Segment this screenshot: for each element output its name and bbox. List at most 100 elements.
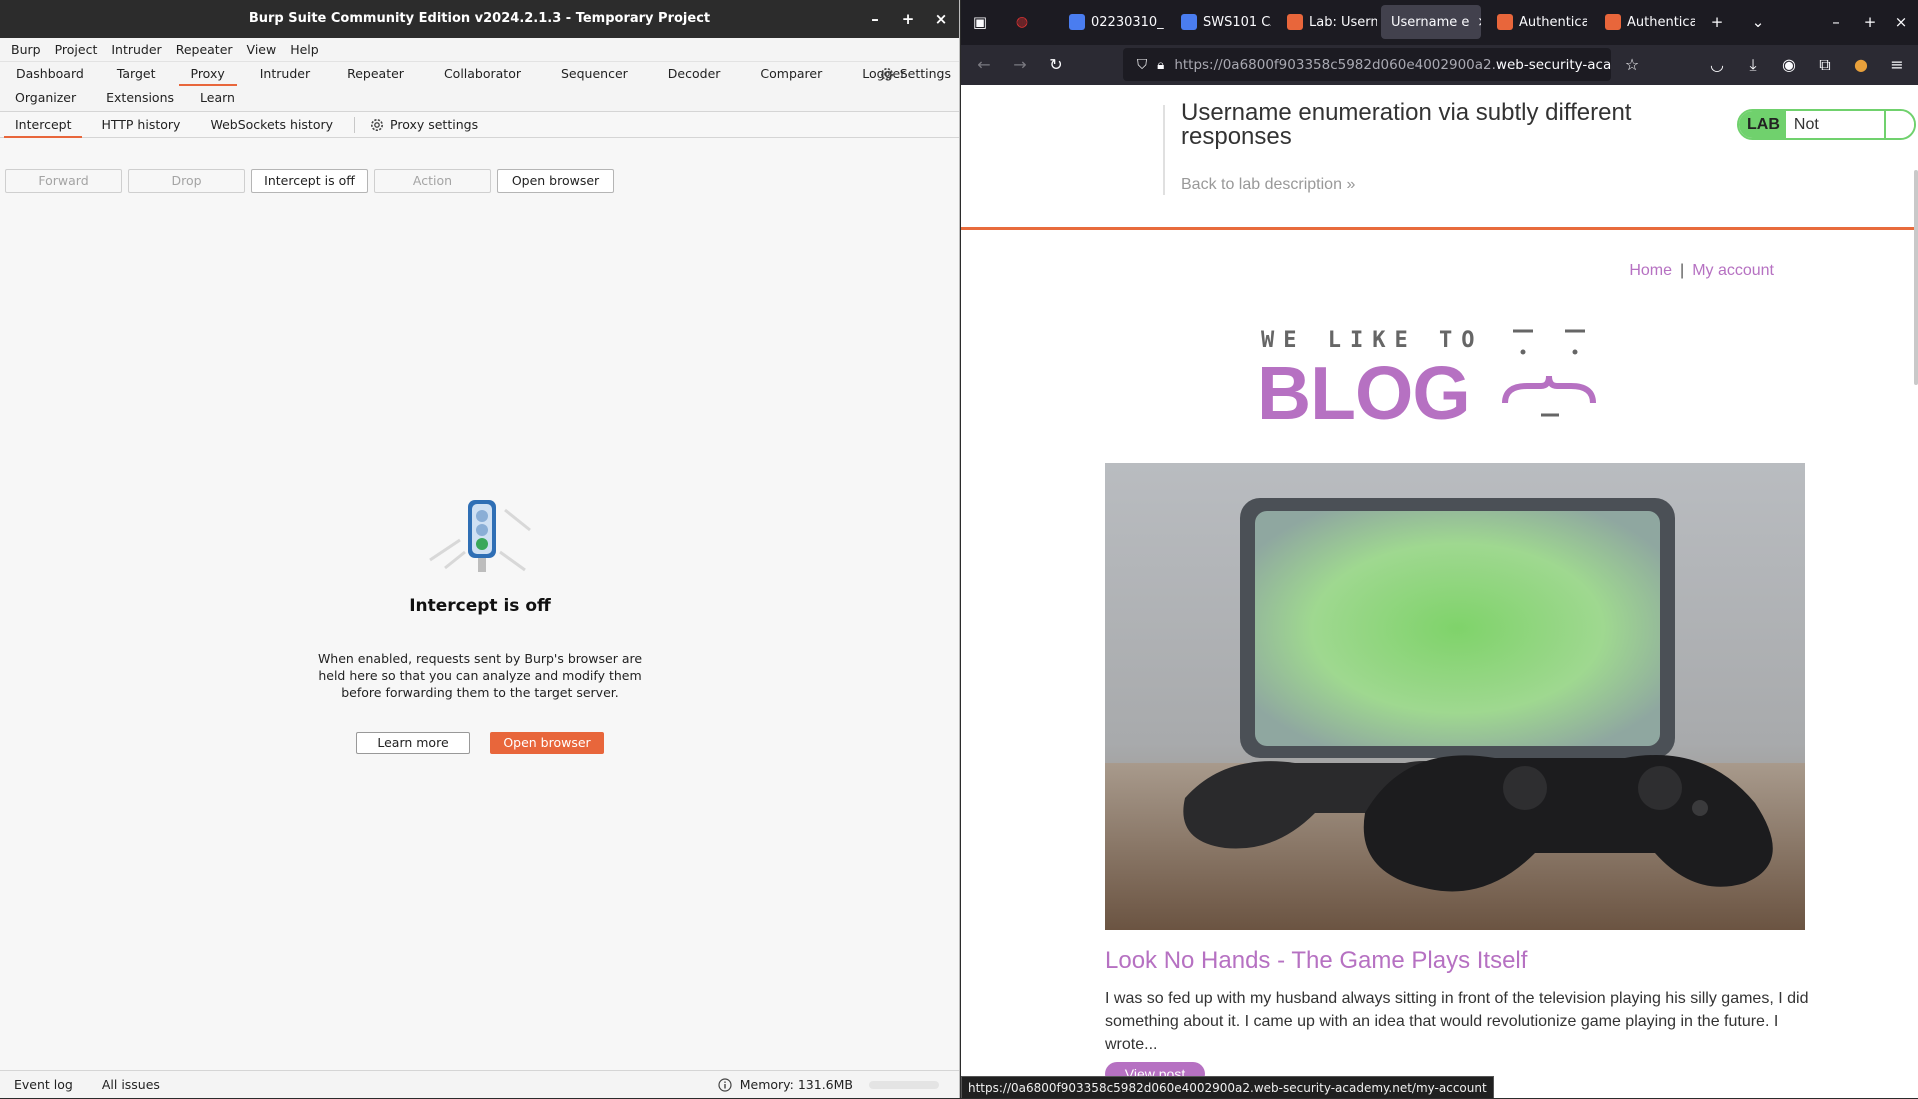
url-domain: web-security-academy — [1496, 57, 1611, 73]
browser-tab-5[interactable]: Authentica — [1487, 5, 1587, 39]
open-browser-primary-button[interactable]: Open browser — [490, 732, 604, 754]
tab-dashboard[interactable]: Dashboard — [0, 62, 100, 86]
url-path: https://0a6800f903358c5982d060e4002900a2… — [1174, 57, 1496, 73]
downloads-icon[interactable]: ⤓ — [1742, 55, 1764, 75]
maximize-icon[interactable]: + — [1860, 13, 1880, 31]
action-button[interactable]: Action — [374, 169, 491, 193]
portswigger-icon — [1287, 14, 1303, 30]
post-excerpt: I was so fed up with my husband always s… — [1105, 987, 1815, 1056]
tab-learn[interactable]: Learn — [184, 86, 251, 110]
back-to-lab-link[interactable]: Back to lab description » — [1181, 176, 1355, 194]
window-title: Burp Suite Community Edition v2024.2.1.3… — [0, 11, 959, 26]
tab-label: SWS101 CA — [1203, 15, 1271, 30]
hamburger-menu-icon[interactable]: ≡ — [1886, 55, 1908, 74]
pocket-icon[interactable]: ◡ — [1706, 55, 1728, 74]
tab-overview-icon[interactable]: ▣ — [970, 13, 990, 31]
traffic-light-icon — [420, 490, 540, 580]
tab-comparer[interactable]: Comparer — [740, 62, 842, 86]
lab-header: Username enumeration via subtly differen… — [961, 85, 1918, 230]
tab-label: Username e — [1391, 15, 1469, 30]
browser-tab-2[interactable]: SWS101 CA — [1171, 5, 1271, 39]
shield-icon[interactable]: ⛉ — [1137, 57, 1147, 73]
minimize-icon[interactable]: – — [1826, 13, 1846, 31]
memory-label: Memory: 131.6MB — [740, 1077, 853, 1092]
url-bar[interactable]: ⛉ 🔒︎ https://0a6800f903358c5982d060e4002… — [1123, 48, 1611, 81]
close-icon[interactable]: × — [1891, 13, 1911, 31]
drop-button[interactable]: Drop — [128, 169, 245, 193]
tab-proxy[interactable]: Proxy — [173, 62, 243, 86]
close-tab-icon[interactable]: × — [1477, 15, 1481, 30]
subtab-intercept[interactable]: Intercept — [0, 112, 86, 138]
home-link[interactable]: Home — [1629, 262, 1672, 279]
browser-tab-6[interactable]: Authentica — [1595, 5, 1695, 39]
menu-project[interactable]: Project — [48, 42, 105, 57]
settings-tab[interactable]: Settings — [879, 62, 951, 86]
tab-sequencer[interactable]: Sequencer — [541, 62, 648, 86]
tab-label: Authentica — [1519, 15, 1587, 30]
doc-icon — [1181, 14, 1197, 30]
bookmark-star-icon[interactable]: ☆ — [1621, 55, 1643, 74]
browser-tab-strip: ▣ ◍ 02230310_ SWS101 CA Lab: Usern Usern… — [961, 0, 1918, 45]
subtab-websockets-history[interactable]: WebSockets history — [195, 112, 348, 138]
info-icon — [718, 1078, 732, 1092]
gear-icon — [369, 117, 385, 133]
maximize-icon[interactable]: + — [898, 9, 918, 29]
reload-icon[interactable]: ↻ — [1045, 55, 1067, 74]
my-account-link[interactable]: My account — [1692, 262, 1774, 279]
learn-more-button[interactable]: Learn more — [356, 732, 470, 754]
all-issues-button[interactable]: All issues — [102, 1077, 160, 1092]
open-browser-button[interactable]: Open browser — [497, 169, 614, 193]
menu-repeater[interactable]: Repeater — [169, 42, 240, 57]
nav-separator: | — [1680, 262, 1684, 279]
lab-status-badge: LAB Not solved — [1737, 109, 1916, 140]
close-icon[interactable]: × — [931, 9, 951, 29]
lock-icon[interactable]: 🔒︎ — [1157, 57, 1164, 73]
main-tabs: Dashboard Target Proxy Intruder Repeater… — [0, 62, 959, 112]
tab-collaborator[interactable]: Collaborator — [424, 62, 541, 86]
page-scrollbar[interactable] — [1914, 170, 1918, 385]
forward-icon[interactable]: → — [1009, 55, 1031, 74]
empty-title: Intercept is off — [0, 596, 960, 616]
header-divider — [1163, 105, 1165, 195]
tab-repeater[interactable]: Repeater — [327, 62, 424, 86]
menu-help[interactable]: Help — [283, 42, 326, 57]
web-page: Username enumeration via subtly differen… — [961, 85, 1918, 1098]
account-icon[interactable]: ◉ — [1778, 55, 1800, 74]
browser-tab-active[interactable]: Username e × — [1381, 5, 1481, 39]
menu-burp[interactable]: Burp — [4, 42, 48, 57]
tab-decoder[interactable]: Decoder — [648, 62, 741, 86]
proxy-subtabs: Intercept HTTP history WebSockets histor… — [0, 112, 959, 138]
browser-tab-1[interactable]: 02230310_ — [1059, 5, 1164, 39]
tab-label: 02230310_ — [1091, 15, 1164, 30]
portswigger-icon — [1605, 14, 1621, 30]
tab-label: Lab: Usern — [1309, 15, 1377, 30]
lab-title: Username enumeration via subtly differen… — [1181, 101, 1651, 149]
minimize-icon[interactable]: – — [865, 9, 885, 29]
new-tab-icon[interactable]: + — [1707, 13, 1727, 31]
proxy-settings-button[interactable]: Proxy settings — [363, 117, 484, 133]
subtab-http-history[interactable]: HTTP history — [86, 112, 195, 138]
tab-target[interactable]: Target — [100, 62, 173, 86]
browser-tab-pinned[interactable]: ◍ — [1004, 5, 1044, 39]
post-image[interactable] — [1105, 463, 1805, 930]
burp-titlebar: Burp Suite Community Edition v2024.2.1.3… — [0, 0, 959, 38]
forward-button[interactable]: Forward — [5, 169, 122, 193]
tab-intruder[interactable]: Intruder — [243, 62, 327, 86]
back-icon[interactable]: ← — [973, 55, 995, 74]
status-bar: Event log All issues Memory: 131.6MB — [0, 1070, 959, 1098]
tab-organizer[interactable]: Organizer — [0, 86, 91, 110]
menu-intruder[interactable]: Intruder — [104, 42, 168, 57]
event-log-button[interactable]: Event log — [14, 1077, 73, 1092]
intercept-toggle-button[interactable]: Intercept is off — [251, 169, 368, 193]
tab-list-chevron-icon[interactable]: ⌄ — [1748, 13, 1768, 31]
memory-bar — [869, 1081, 939, 1089]
intercept-toolbar: Forward Drop Intercept is off Action Ope… — [5, 169, 614, 193]
foxyproxy-icon[interactable]: ● — [1850, 55, 1872, 74]
tab-extensions[interactable]: Extensions — [91, 86, 184, 110]
post-title-link[interactable]: Look No Hands - The Game Plays Itself — [1105, 947, 1527, 975]
menubar: Burp Project Intruder Repeater View Help — [0, 38, 959, 62]
extensions-icon[interactable]: ⧉ — [1814, 55, 1836, 75]
browser-tab-3[interactable]: Lab: Usern — [1277, 5, 1377, 39]
menu-view[interactable]: View — [240, 42, 284, 57]
game-controllers-image — [1105, 463, 1805, 930]
